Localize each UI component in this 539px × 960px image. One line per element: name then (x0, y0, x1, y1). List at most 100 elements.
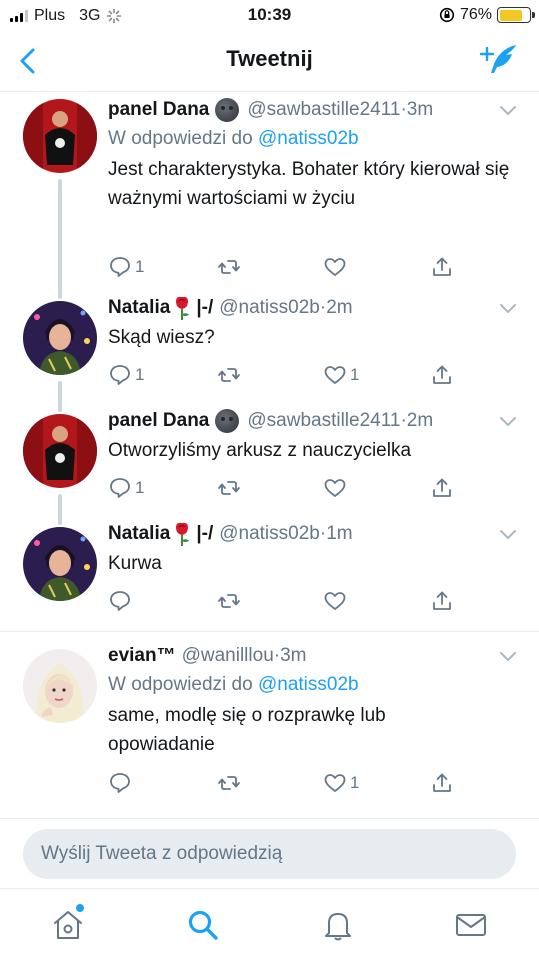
like-button[interactable]: 1 (323, 363, 359, 387)
chevron-down-icon[interactable] (499, 651, 517, 663)
like-button[interactable]: 1 (323, 771, 359, 795)
rose-icon (176, 522, 190, 546)
tweet-item[interactable]: panel Dana @sawbastille2411 · 3m W odpow… (0, 93, 539, 289)
display-name[interactable]: Natalia (108, 523, 170, 545)
share-icon (433, 773, 451, 792)
nav-bar: Tweetnij (0, 32, 539, 92)
reply-button[interactable] (108, 589, 135, 613)
tweet-header: panel Dana @sawbastille2411 · 3m (108, 95, 519, 125)
share-icon (433, 257, 451, 276)
page-title: Tweetnij (226, 46, 313, 71)
avatar[interactable] (23, 649, 97, 723)
reply-button[interactable]: 1 (108, 476, 144, 500)
user-handle[interactable]: @natiss02b (219, 523, 320, 545)
retweet-button[interactable] (217, 363, 241, 387)
reply-icon (110, 257, 130, 277)
reply-input[interactable]: Wyślij Tweeta z odpowiedzią (23, 829, 516, 879)
tweet-header: panel Dana @sawbastille2411 · 2m (108, 406, 519, 436)
user-handle[interactable]: @sawbastille2411 (247, 410, 400, 432)
tweet-item[interactable]: Natalia |-/ @natiss02b · 2m Skąd wiesz? … (0, 287, 539, 403)
chevron-down-icon[interactable] (499, 303, 517, 315)
heart-icon (324, 479, 346, 497)
heart-icon (324, 366, 346, 384)
user-handle[interactable]: @wanilllou (182, 645, 274, 667)
tweet-item[interactable]: evian™ @wanilllou · 3m W odpowiedzi do @… (0, 641, 539, 816)
like-button[interactable] (323, 255, 350, 279)
reply-button[interactable]: 1 (108, 363, 144, 387)
display-name[interactable]: Natalia (108, 297, 170, 319)
display-name[interactable]: evian™ (108, 645, 176, 667)
user-handle[interactable]: @sawbastille2411 (247, 99, 400, 121)
share-icon (433, 365, 451, 384)
divider (0, 631, 539, 632)
battery-icon (497, 7, 535, 23)
like-count: 1 (350, 365, 360, 384)
retweet-button[interactable] (217, 476, 241, 500)
chevron-down-icon[interactable] (499, 416, 517, 428)
user-handle[interactable]: @natiss02b (219, 297, 320, 319)
thread-connector (58, 287, 62, 299)
tweet-item[interactable]: Natalia |-/ @natiss02b · 1m Kurwa (0, 513, 539, 629)
heart-icon (324, 258, 346, 276)
share-button[interactable] (430, 589, 454, 613)
tweet-text: same, modlę się o rozprawkę lub opowiada… (108, 705, 386, 755)
compose-tweet-icon[interactable] (479, 42, 519, 78)
reply-button[interactable] (108, 771, 135, 795)
like-button[interactable] (323, 589, 350, 613)
share-button[interactable] (430, 255, 454, 279)
tweet-actions (0, 589, 539, 617)
display-name[interactable]: panel Dana (108, 410, 209, 432)
share-icon (433, 478, 451, 497)
tweet-text: Otworzyliśmy arkusz z nauczycielka (108, 440, 412, 461)
reply-icon (110, 773, 130, 793)
retweet-icon (218, 776, 240, 790)
chevron-down-icon[interactable] (499, 105, 517, 117)
tweet-text: Skąd wiesz? (108, 327, 215, 348)
search-icon[interactable] (185, 907, 221, 943)
home-notification-dot (76, 904, 84, 912)
retweet-button[interactable] (217, 255, 241, 279)
reply-to-link[interactable]: @natiss02b (258, 128, 359, 149)
avatar[interactable] (23, 99, 97, 173)
share-button[interactable] (430, 476, 454, 500)
new-moon-face-icon (215, 409, 240, 433)
timestamp: 1m (326, 523, 353, 544)
tweet-header: evian™ @wanilllou · 3m (108, 641, 519, 671)
reply-count: 1 (135, 257, 145, 276)
tweet-text: Kurwa (108, 553, 162, 574)
timestamp: 3m (406, 99, 434, 120)
reply-count: 1 (135, 478, 145, 497)
retweet-button[interactable] (217, 589, 241, 613)
tweet-header: Natalia |-/ @natiss02b · 2m (108, 293, 519, 323)
reply-icon (110, 365, 130, 385)
like-count: 1 (350, 773, 360, 792)
rotation-lock-icon (439, 7, 455, 23)
reply-context: W odpowiedzi do @natiss02b (108, 671, 519, 699)
tweet-actions: 1 (0, 771, 539, 799)
retweet-icon (218, 481, 240, 495)
tweet-actions: 1 (0, 255, 539, 283)
share-button[interactable] (430, 771, 454, 795)
messages-envelope-icon[interactable] (453, 907, 489, 943)
share-button[interactable] (430, 363, 454, 387)
notifications-bell-icon[interactable] (320, 907, 356, 943)
heart-icon (324, 592, 346, 610)
tweet-item[interactable]: panel Dana @sawbastille2411 · 2m Otworzy… (0, 400, 539, 516)
display-name[interactable]: panel Dana (108, 99, 209, 121)
heart-icon (324, 774, 346, 792)
display-name-suffix[interactable]: |-/ (196, 297, 213, 319)
status-right: 76% (439, 6, 535, 24)
tab-bar (0, 888, 539, 960)
display-name-suffix[interactable]: |-/ (196, 523, 213, 545)
chevron-down-icon[interactable] (499, 529, 517, 541)
like-button[interactable] (323, 476, 350, 500)
tweet-text: Jest charakterystyka. Bohater który kier… (108, 159, 510, 209)
reply-button[interactable]: 1 (108, 255, 144, 279)
battery-percent: 76% (459, 6, 492, 23)
retweet-button[interactable] (217, 771, 241, 795)
retweet-icon (218, 368, 240, 382)
reply-prefix: W odpowiedzi do (108, 128, 253, 149)
home-icon[interactable] (50, 907, 86, 943)
reply-to-link[interactable]: @natiss02b (258, 674, 359, 695)
tweet-actions: 1 (0, 476, 539, 504)
